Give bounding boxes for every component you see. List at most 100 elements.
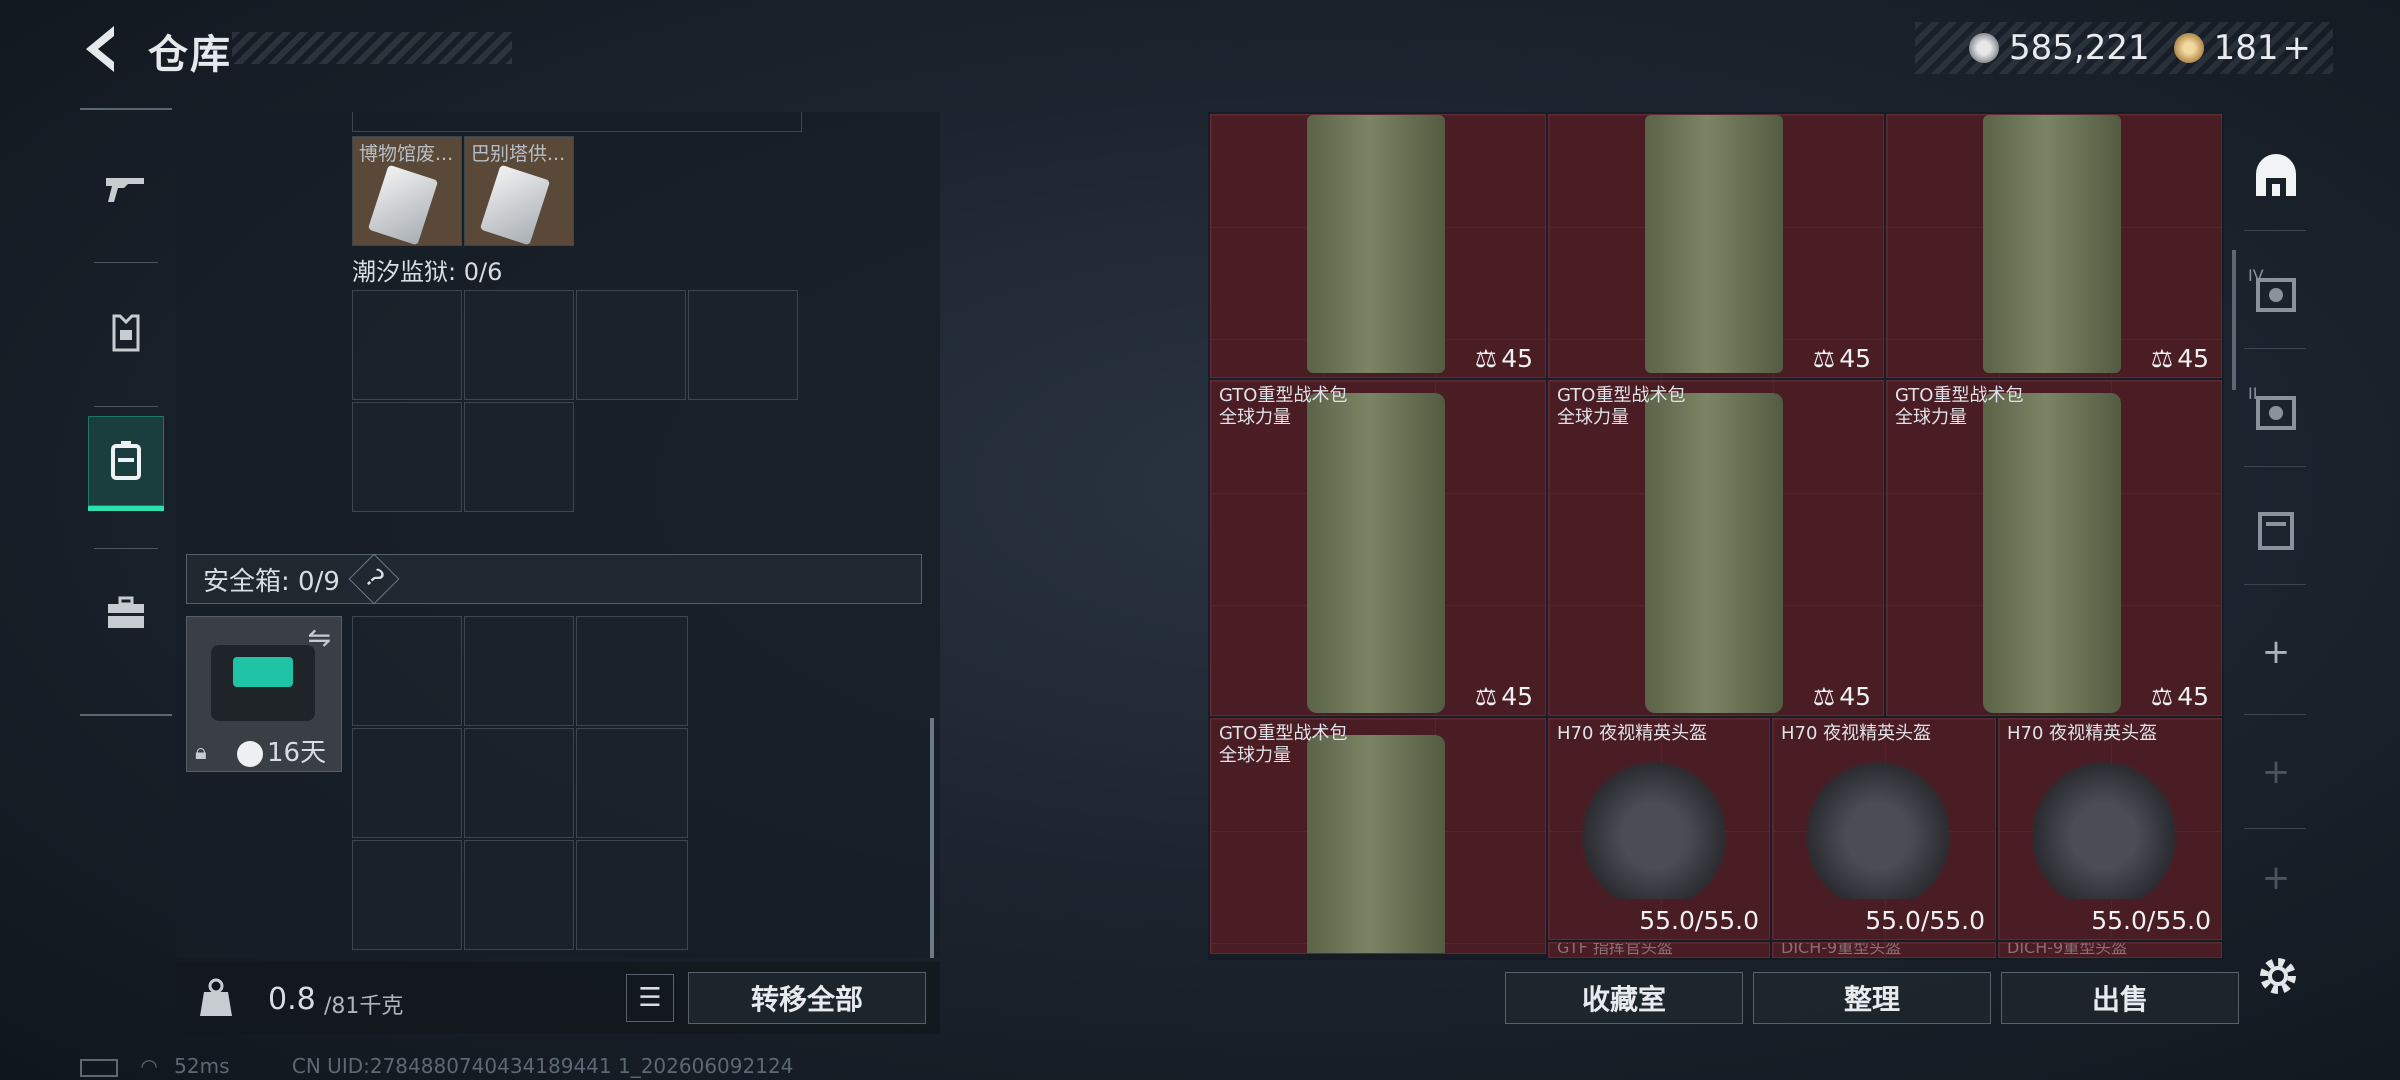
list-icon: ☰ [638,983,662,1013]
currency-bar: 585,221 181 + [1915,22,2333,74]
item-name: DICH-9重型头盔 [2007,942,2128,957]
grid-slot[interactable] [352,402,462,512]
inventory-scrollbar[interactable] [930,718,934,958]
swap-icon[interactable]: ⇋ [308,621,331,654]
prison-container-label: 潮汐监狱: 0/6 [352,258,503,286]
add-tab-button[interactable]: + [2252,632,2300,680]
backpack-image [1307,115,1445,373]
warehouse-tab-1[interactable] [2252,506,2300,554]
item-name: 巴别塔供... [471,143,566,165]
item-durability: 55.0/55.0 [1865,906,1985,935]
item-name: GTO重型战术包 全球力量 [1219,723,1348,766]
item-slot[interactable]: ⚖︎ 45 [1886,114,2222,378]
grid-slot[interactable] [464,728,574,838]
grid-slot[interactable] [576,290,686,400]
grid-slot[interactable] [352,728,462,838]
lock-icon: 🔒︎ [195,740,207,765]
item-name: H70 夜视精英头盔 [1557,723,1708,744]
storage-icon [2256,396,2296,430]
grid-slot[interactable] [576,840,688,950]
item-weight: ⚖︎ 45 [1474,344,1533,373]
item-slot[interactable]: GTO重型战术包 全球力量 [1210,718,1546,954]
gun-icon [106,178,144,202]
item-name: DICH-9重型头盔 [1781,942,1902,957]
warehouse-tab-2[interactable]: II [2248,384,2300,436]
ping-value: 52ms [174,1054,230,1078]
card-icon [367,164,439,246]
nav-backpack[interactable] [88,416,164,511]
item-weight: ⚖︎ 45 [1812,344,1871,373]
item-name: GTO重型战术包 全球力量 [1895,385,2024,428]
item-slot[interactable]: GTO重型战术包 全球力量 ⚖︎ 45 [1210,380,1546,716]
item-slot[interactable]: GTO重型战术包 全球力量 ⚖︎ 45 [1548,380,1884,716]
item-name: GTO重型战术包 全球力量 [1219,385,1348,428]
grid-slot[interactable] [464,616,574,726]
grid-slot[interactable] [464,402,574,512]
item-slot[interactable]: DICH-9重型头盔 [1998,942,2222,958]
add-currency-button[interactable]: + [2283,28,2312,68]
transfer-all-button[interactable]: 转移全部 [688,972,926,1024]
item-slot[interactable]: H70 夜视精英头盔 55.0/55.0 [1772,718,1996,940]
loot-item[interactable]: 巴别塔供... [464,136,574,246]
item-slot[interactable]: H70 夜视精英头盔 55.0/55.0 [1548,718,1770,940]
item-weight: ⚖︎ 45 [2150,344,2209,373]
inventory-footer: 0.8 /81千克 ☰ 转移全部 [176,962,940,1034]
battery-icon [80,1058,118,1077]
safebox-label: 安全箱: 0/9 [203,566,340,597]
safebox-panel [233,657,293,687]
safebox-item[interactable]: ⇋ 🔒︎ 16天 [186,616,342,772]
tabs-scrollbar[interactable] [2232,250,2236,390]
grid-slot[interactable] [352,290,462,400]
grid-slot[interactable] [352,840,462,950]
grid-slot[interactable] [464,290,574,400]
list-view-button[interactable]: ☰ [626,974,674,1022]
weight-max: /81千克 [324,994,404,1019]
help-button[interactable]: ? [348,553,400,605]
page-title: 仓库 [148,32,232,78]
nav-weapons[interactable] [88,144,164,234]
grid-slot[interactable] [576,728,688,838]
helmet-image [1579,759,1729,899]
collection-button[interactable]: 收藏室 [1505,972,1743,1024]
silver-coin-icon [1969,33,1999,63]
safebox-header: 安全箱: 0/9 ? [186,553,922,605]
warehouse-tab-4[interactable]: IV [2248,266,2300,318]
tab-tier-label: II [2248,384,2258,403]
backpack-image [1983,393,2121,713]
warehouse-tab-main[interactable] [2252,152,2300,200]
grid-slot[interactable] [352,616,462,726]
item-slot[interactable]: GTO重型战术包 全球力量 ⚖︎ 45 [1886,380,2222,716]
item-slot[interactable]: GTF 指挥官头盔 [1548,942,1770,958]
nav-tools[interactable] [88,568,164,658]
grid-slot[interactable] [576,616,688,726]
item-name: H70 夜视精英头盔 [1781,723,1932,744]
weight-icon: ⚖︎ [1812,344,1836,373]
organize-button[interactable]: 整理 [1753,972,1991,1024]
card-icon [479,164,551,246]
helmet-image [2029,759,2179,899]
safebox-days: 16天 [267,738,327,768]
back-arrow-icon[interactable] [78,22,128,76]
grid-slot[interactable] [688,290,798,400]
settings-icon[interactable] [2256,954,2300,998]
weight-current: 0.8 [268,982,316,1017]
loot-item[interactable]: 博物馆废... [352,136,462,246]
item-slot[interactable]: ⚖︎ 45 [1210,114,1546,378]
sell-button[interactable]: 出售 [2001,972,2239,1024]
helmet-image [1803,759,1953,899]
title-decoration [232,32,512,64]
weight-icon: ⚖︎ [1812,682,1836,711]
item-slot[interactable]: ⚖︎ 45 [1548,114,1884,378]
gold-coin-icon [2173,33,2204,63]
gold-amount: 181 [2213,28,2279,68]
uid-text: CN UID:2784880740434189441 1_20260609212… [291,1054,794,1078]
grid-slot[interactable] [464,840,574,950]
backpack-image [1307,735,1445,953]
weight-icon: ⚖︎ [2150,344,2174,373]
weight-icon [194,976,238,1020]
item-slot[interactable]: DICH-9重型头盔 [1772,942,1996,958]
nav-equipment[interactable] [88,288,164,378]
item-slot[interactable]: H70 夜视精英头盔 55.0/55.0 [1998,718,2222,940]
category-nav [80,108,172,716]
warehouse-icon [2256,154,2296,196]
